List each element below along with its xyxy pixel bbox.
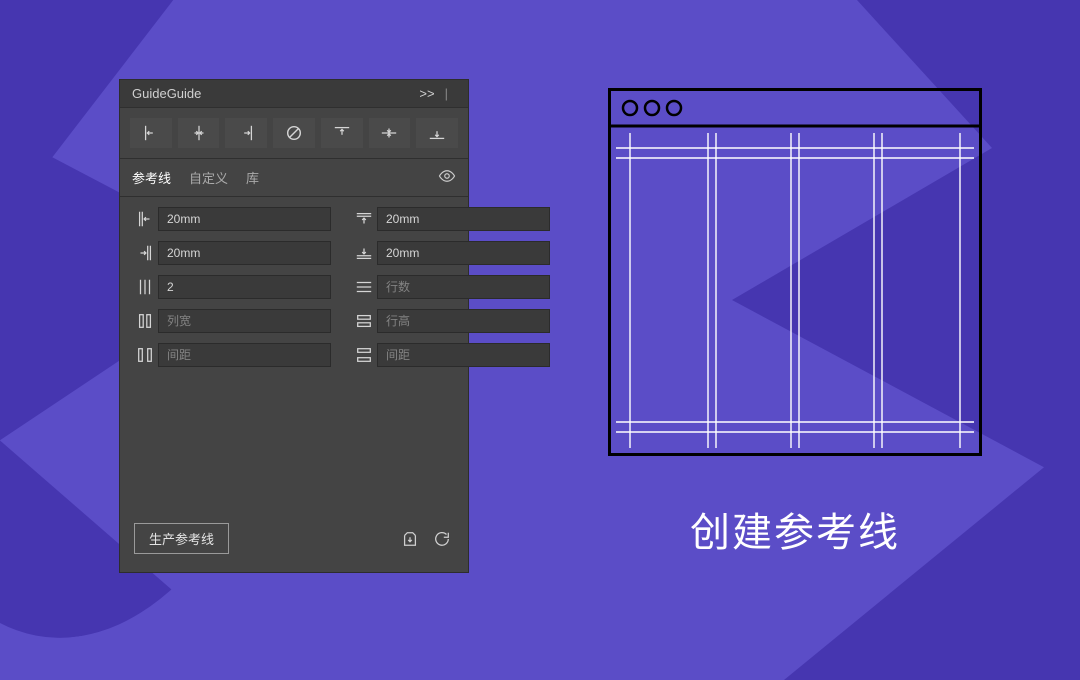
guide-top-edge-button[interactable] [321,118,363,148]
field-bottom-margin [351,241,550,265]
fields-grid [120,197,468,377]
row-height-input[interactable] [377,309,550,333]
field-row-height [351,309,550,333]
save-set-icon[interactable] [398,527,422,551]
row-height-icon [351,309,377,333]
top-margin-icon [351,207,377,231]
rows-input[interactable] [377,275,550,299]
columns-icon [132,275,158,299]
column-gutter-input[interactable] [158,343,331,367]
rows-icon [351,275,377,299]
header-separator: | [445,86,448,101]
right-margin-icon [132,241,158,265]
refresh-icon[interactable] [430,527,454,551]
row-gutter-icon [351,343,377,367]
panel-title: GuideGuide [132,86,201,101]
field-right-margin [132,241,331,265]
field-columns [132,275,331,299]
tab-library[interactable]: 库 [246,168,259,187]
right-margin-input[interactable] [158,241,331,265]
field-column-width [132,309,331,333]
guide-horizontal-center-button[interactable] [369,118,411,148]
field-left-margin [132,207,331,231]
guides-preview-window [608,88,982,456]
row-gutter-input[interactable] [377,343,550,367]
bottom-margin-icon [351,241,377,265]
columns-input[interactable] [158,275,331,299]
guideguide-panel: GuideGuide >> | 参考 [120,80,468,572]
left-margin-icon [132,207,158,231]
guide-right-edge-button[interactable] [225,118,267,148]
panel-toolbar [120,107,468,159]
panel-footer: 生产参考线 [120,509,468,572]
guide-vertical-center-button[interactable] [178,118,220,148]
panel-header: GuideGuide >> | [120,80,468,107]
field-rows [351,275,550,299]
generate-guides-button[interactable]: 生产参考线 [134,523,229,554]
tab-guides[interactable]: 参考线 [132,168,171,187]
guide-left-edge-button[interactable] [130,118,172,148]
top-margin-input[interactable] [377,207,550,231]
left-margin-input[interactable] [158,207,331,231]
column-width-input[interactable] [158,309,331,333]
visibility-toggle-icon[interactable] [438,167,456,188]
column-width-icon [132,309,158,333]
column-gutter-icon [132,343,158,367]
panel-tabs: 参考线 自定义 库 [120,159,468,197]
tab-custom[interactable]: 自定义 [189,168,228,187]
clear-guides-button[interactable] [273,118,315,148]
field-column-gutter [132,343,331,367]
guide-bottom-edge-button[interactable] [416,118,458,148]
field-row-gutter [351,343,550,367]
bottom-margin-input[interactable] [377,241,550,265]
collapse-button[interactable]: >> [419,86,434,101]
promo-caption: 创建参考线 [608,500,982,558]
field-top-margin [351,207,550,231]
